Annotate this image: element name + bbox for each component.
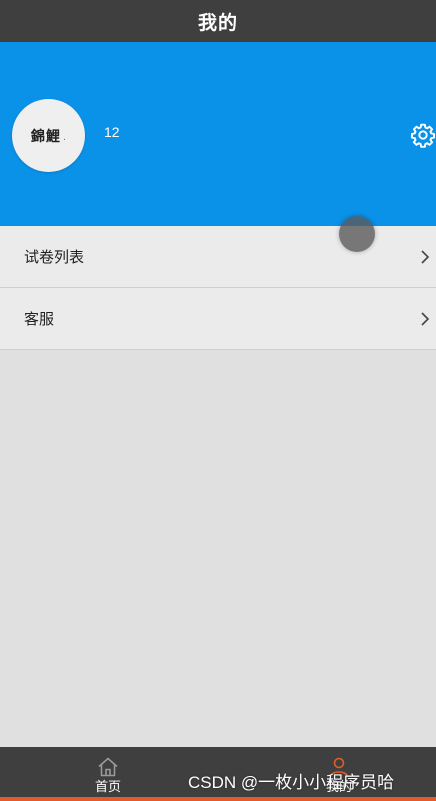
menu-item-label: 客服 bbox=[24, 310, 55, 328]
menu-item-customer-service[interactable]: 客服 bbox=[0, 288, 436, 350]
tab-bar-accent-line bbox=[0, 797, 436, 801]
gear-icon[interactable] bbox=[410, 122, 436, 148]
page-title: 我的 bbox=[197, 11, 238, 34]
home-icon bbox=[98, 757, 118, 777]
chevron-right-icon bbox=[421, 311, 430, 326]
top-bar: 我的 bbox=[0, 0, 436, 42]
page: 我的 錦鯉 . 12 试卷列表 客服 首页 我的 CSDN @一枚小小程序员哈 bbox=[0, 0, 436, 801]
username: 12 bbox=[104, 124, 120, 140]
tab-label: 首页 bbox=[94, 780, 121, 795]
avatar[interactable]: 錦鯉 . bbox=[12, 99, 85, 172]
avatar-text: 錦鯉 bbox=[30, 128, 61, 145]
chevron-right-icon bbox=[421, 249, 430, 264]
touch-indicator bbox=[339, 216, 375, 252]
menu-item-label: 试卷列表 bbox=[24, 248, 85, 266]
watermark: CSDN @一枚小小程序员哈 bbox=[188, 773, 395, 792]
profile-header: 錦鯉 . 12 bbox=[0, 42, 436, 226]
tab-home[interactable]: 首页 bbox=[68, 747, 148, 797]
avatar-dot: . bbox=[62, 132, 67, 143]
